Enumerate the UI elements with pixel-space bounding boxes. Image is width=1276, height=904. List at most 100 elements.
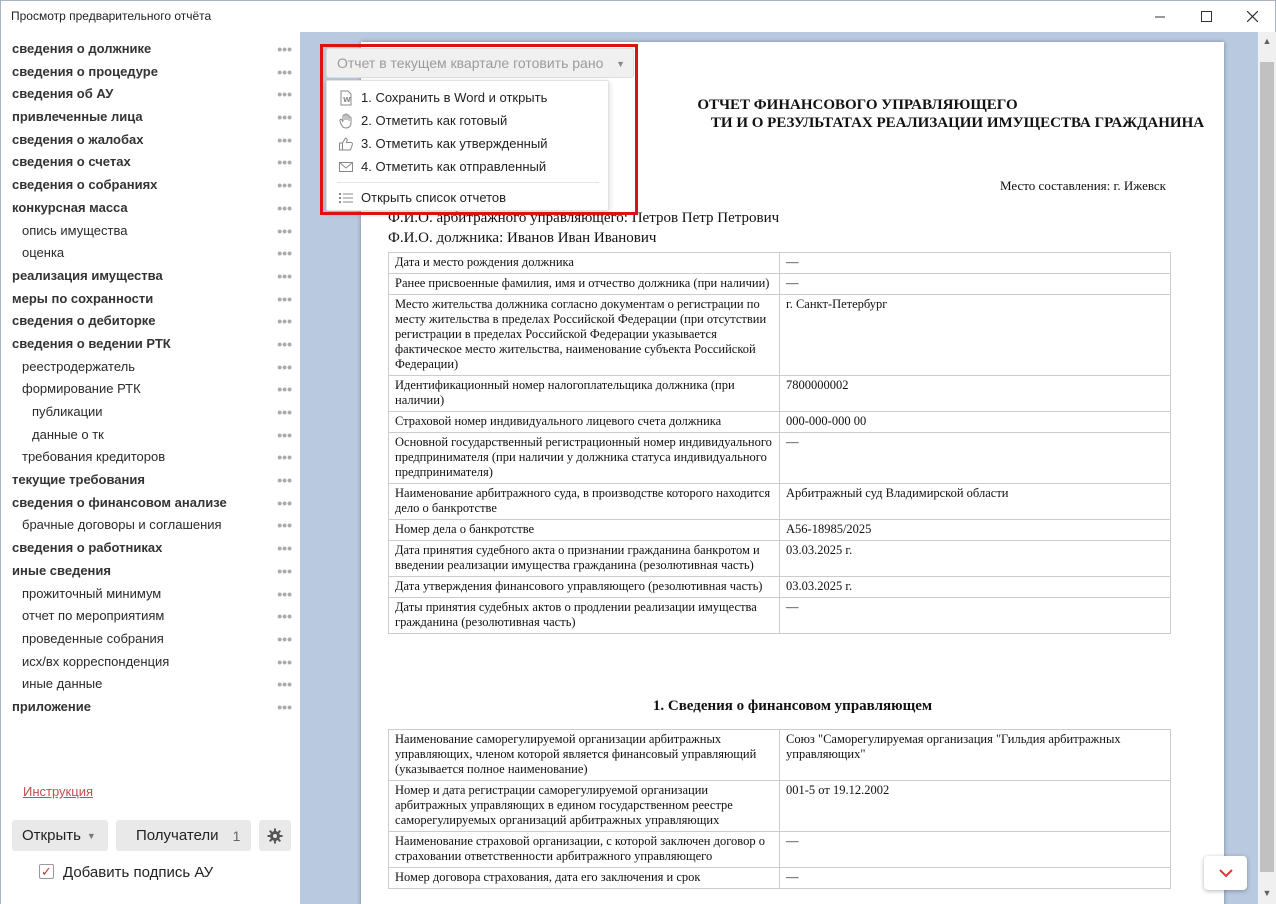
sidebar-item[interactable]: сведения о жалобах ••• bbox=[1, 129, 300, 152]
sidebar-item-label: конкурсная масса bbox=[12, 199, 128, 215]
settings-button[interactable] bbox=[259, 820, 291, 851]
more-options-icon[interactable]: ••• bbox=[277, 424, 292, 447]
close-button[interactable] bbox=[1229, 1, 1275, 32]
sidebar-item[interactable]: опись имущества ••• bbox=[1, 220, 300, 243]
menu-item-open-report-list[interactable]: Открыть список отчетов bbox=[327, 187, 610, 209]
more-options-icon[interactable]: ••• bbox=[277, 106, 292, 129]
table-cell-value: — bbox=[779, 867, 1171, 889]
more-options-icon[interactable]: ••• bbox=[277, 288, 292, 311]
sidebar-item[interactable]: сведения о дебиторке ••• bbox=[1, 310, 300, 333]
sidebar-item[interactable]: сведения о процедуре ••• bbox=[1, 61, 300, 84]
more-options-icon[interactable]: ••• bbox=[277, 38, 292, 61]
scroll-down-button[interactable] bbox=[1204, 856, 1247, 890]
section-1-title: 1. Сведения о финансовом управляющем bbox=[652, 698, 933, 714]
gear-icon bbox=[267, 828, 283, 843]
scroll-up-icon[interactable]: ▲ bbox=[1258, 32, 1276, 50]
more-options-icon[interactable]: ••• bbox=[277, 265, 292, 288]
more-options-icon[interactable]: ••• bbox=[277, 356, 292, 379]
menu-item-label: 2. Отметить как готовый bbox=[361, 113, 508, 128]
more-options-icon[interactable]: ••• bbox=[277, 696, 292, 719]
sidebar-item[interactable]: сведения о работниках ••• bbox=[1, 537, 300, 560]
sidebar-item[interactable]: прожиточный минимум ••• bbox=[1, 583, 300, 606]
sidebar-item[interactable]: требования кредиторов ••• bbox=[1, 446, 300, 469]
sidebar-item[interactable]: текущие требования ••• bbox=[1, 469, 300, 492]
more-options-icon[interactable]: ••• bbox=[277, 151, 292, 174]
sidebar-item[interactable]: данные о тк ••• bbox=[1, 424, 300, 447]
more-options-icon[interactable]: ••• bbox=[277, 378, 292, 401]
more-options-icon[interactable]: ••• bbox=[277, 651, 292, 674]
more-options-icon[interactable]: ••• bbox=[277, 333, 292, 356]
sidebar-item-label: опись имущества bbox=[22, 222, 128, 238]
maximize-icon bbox=[1200, 11, 1212, 22]
minimize-button[interactable] bbox=[1137, 1, 1183, 32]
sidebar-item[interactable]: реестродержатель ••• bbox=[1, 356, 300, 379]
sign-checkbox[interactable]: ✓ bbox=[39, 864, 54, 879]
manager-info-table: Наименование саморегулируемой организаци… bbox=[388, 729, 1171, 889]
sidebar-item[interactable]: конкурсная масса ••• bbox=[1, 197, 300, 220]
sidebar-item[interactable]: исх/вх корреспонденция ••• bbox=[1, 651, 300, 674]
menu-item-mark-sent[interactable]: 4. Отметить как отправленный bbox=[327, 156, 610, 178]
more-options-icon[interactable]: ••• bbox=[277, 492, 292, 515]
maximize-button[interactable] bbox=[1183, 1, 1229, 32]
sidebar-item[interactable]: меры по сохранности ••• bbox=[1, 288, 300, 311]
more-options-icon[interactable]: ••• bbox=[277, 605, 292, 628]
more-options-icon[interactable]: ••• bbox=[277, 560, 292, 583]
sidebar-item[interactable]: иные сведения ••• bbox=[1, 560, 300, 583]
more-options-icon[interactable]: ••• bbox=[277, 583, 292, 606]
sidebar-item[interactable]: отчет по мероприятиям ••• bbox=[1, 605, 300, 628]
report-status-dropdown[interactable]: Отчет в текущем квартале готовить рано ▼ bbox=[326, 48, 634, 78]
instruction-link[interactable]: Инструкция bbox=[23, 784, 93, 799]
more-options-icon[interactable]: ••• bbox=[277, 197, 292, 220]
menu-item-label: 3. Отметить как утвержденный bbox=[361, 136, 548, 151]
more-options-icon[interactable]: ••• bbox=[277, 83, 292, 106]
vertical-scrollbar[interactable]: ▲ ▼ bbox=[1258, 32, 1276, 904]
recipients-button[interactable]: Получатели 1 bbox=[116, 820, 251, 851]
open-button[interactable]: Открыть ▼ bbox=[12, 820, 108, 851]
report-place: Место составления: г. Ижевск bbox=[1000, 178, 1166, 193]
table-row: Дата утверждения финансового управляющег… bbox=[388, 576, 1171, 598]
sidebar-item-label: сведения об АУ bbox=[12, 86, 114, 102]
more-options-icon[interactable]: ••• bbox=[277, 514, 292, 537]
sidebar-item[interactable]: публикации ••• bbox=[1, 401, 300, 424]
more-options-icon[interactable]: ••• bbox=[277, 220, 292, 243]
more-options-icon[interactable]: ••• bbox=[277, 61, 292, 84]
sidebar-item[interactable]: оценка ••• bbox=[1, 242, 300, 265]
more-options-icon[interactable]: ••• bbox=[277, 673, 292, 696]
table-cell-label: Идентификационный номер налогоплательщик… bbox=[388, 375, 780, 412]
more-options-icon[interactable]: ••• bbox=[277, 628, 292, 651]
sidebar-item-label: сведения о ведении РТК bbox=[12, 335, 171, 351]
sidebar-item[interactable]: формирование РТК ••• bbox=[1, 378, 300, 401]
sign-checkbox-label: Добавить подпись АУ bbox=[63, 864, 214, 881]
more-options-icon[interactable]: ••• bbox=[277, 446, 292, 469]
sidebar-item[interactable]: брачные договоры и соглашения ••• bbox=[1, 514, 300, 537]
sidebar-item[interactable]: сведения о ведении РТК ••• bbox=[1, 333, 300, 356]
more-options-icon[interactable]: ••• bbox=[277, 401, 292, 424]
sidebar-item[interactable]: сведения о собраниях ••• bbox=[1, 174, 300, 197]
sidebar-item[interactable]: сведения о финансовом анализе ••• bbox=[1, 492, 300, 515]
sidebar-item[interactable]: иные данные ••• bbox=[1, 673, 300, 696]
more-options-icon[interactable]: ••• bbox=[277, 537, 292, 560]
scroll-down-icon[interactable]: ▼ bbox=[1258, 884, 1276, 902]
more-options-icon[interactable]: ••• bbox=[277, 129, 292, 152]
sidebar-item[interactable]: сведения о счетах ••• bbox=[1, 151, 300, 174]
recipients-count: 1 bbox=[232, 827, 241, 844]
sidebar-item[interactable]: реализация имущества ••• bbox=[1, 265, 300, 288]
table-cell-value: 001-5 от 19.12.2002 bbox=[779, 780, 1171, 832]
more-options-icon[interactable]: ••• bbox=[277, 174, 292, 197]
table-cell-value: 03.03.2025 г. bbox=[779, 576, 1171, 598]
minimize-icon bbox=[1155, 16, 1165, 17]
sidebar-item[interactable]: приложение ••• bbox=[1, 696, 300, 719]
scrollbar-thumb[interactable] bbox=[1260, 62, 1274, 872]
more-options-icon[interactable]: ••• bbox=[277, 242, 292, 265]
menu-item-save-word[interactable]: W 1. Сохранить в Word и открыть bbox=[327, 87, 610, 109]
more-options-icon[interactable]: ••• bbox=[277, 469, 292, 492]
sidebar-item[interactable]: сведения об АУ ••• bbox=[1, 83, 300, 106]
menu-item-mark-approved[interactable]: 3. Отметить как утвержденный bbox=[327, 133, 610, 155]
menu-item-mark-ready[interactable]: 2. Отметить как готовый bbox=[327, 110, 610, 132]
sidebar-item[interactable]: привлеченные лица ••• bbox=[1, 106, 300, 129]
table-row: Дата и место рождения должника — bbox=[388, 252, 1171, 274]
table-cell-label: Основной государственный регистрационный… bbox=[388, 432, 780, 484]
sidebar-item[interactable]: сведения о должнике ••• bbox=[1, 38, 300, 61]
more-options-icon[interactable]: ••• bbox=[277, 310, 292, 333]
sidebar-item[interactable]: проведенные собрания ••• bbox=[1, 628, 300, 651]
